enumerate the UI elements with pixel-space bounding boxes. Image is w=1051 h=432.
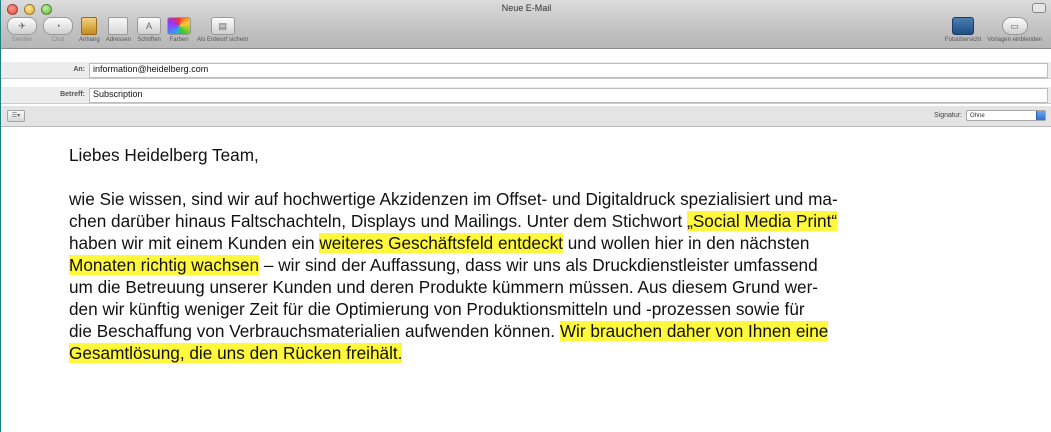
- send-button[interactable]: ✈ Senden: [7, 17, 37, 43]
- attach-label: Anhang: [79, 37, 100, 43]
- body-text: haben wir mit einem Kunden ein: [69, 233, 320, 253]
- template-icon: ▭: [1001, 17, 1028, 35]
- font-icon: A: [137, 17, 162, 35]
- templates-label: Vorlagen einblenden: [987, 37, 1042, 43]
- to-value: information@heidelberg.com: [93, 64, 209, 74]
- fonts-label: Schriften: [137, 37, 161, 43]
- color-wheel-icon: [167, 17, 192, 35]
- highlighted-text: Wir brauchen daher von Ihnen eine: [559, 321, 829, 341]
- toolbar-left: ✈ Senden ◔ Chat Anhang Adressen A Schrif…: [7, 17, 254, 43]
- templates-button[interactable]: ▭ Vorlagen einblenden: [987, 17, 1042, 43]
- highlighted-text: „Social Media Print“: [687, 211, 838, 231]
- body-text: – wir sind der Auffassung, dass wir uns …: [259, 255, 818, 275]
- chevron-down-icon: [1036, 111, 1045, 120]
- body-text: und wollen hier in den nächsten: [562, 233, 810, 253]
- body-text: chen darüber hinaus Faltschachteln, Disp…: [69, 211, 688, 231]
- colors-label: Farben: [169, 37, 189, 43]
- body-paragraph: wie Sie wissen, sind wir auf hochwertige…: [69, 188, 1019, 364]
- photo-browser-label: Fotoübersicht: [944, 37, 982, 43]
- address-button[interactable]: Adressen: [106, 17, 131, 43]
- address-label: Adressen: [105, 37, 132, 43]
- highlighted-text: Monaten richtig wachsen: [69, 255, 260, 275]
- address-book-icon: [108, 17, 129, 35]
- to-field[interactable]: [89, 63, 1048, 78]
- subject-value: Subscription: [93, 89, 143, 99]
- title-bar: Neue E-Mail ✈ Senden ◔ Chat Anhang Adres…: [1, 0, 1051, 49]
- attach-button[interactable]: Anhang: [79, 17, 100, 43]
- compose-window: Neue E-Mail ✈ Senden ◔ Chat Anhang Adres…: [0, 0, 1051, 432]
- photo-icon: [952, 17, 975, 35]
- signature-select[interactable]: Ohne: [966, 110, 1046, 121]
- options-row: ☰▾ Signatur: Ohne: [1, 106, 1051, 127]
- body-text: den wir künftig weniger Zeit für die Opt…: [69, 299, 805, 319]
- signature-label: Signatur:: [933, 112, 962, 119]
- chat-button[interactable]: ◔ Chat: [43, 17, 73, 43]
- to-label: An:: [73, 66, 85, 73]
- colors-button[interactable]: Farben: [167, 17, 192, 43]
- subject-field[interactable]: [89, 88, 1048, 103]
- send-icon: ✈: [7, 17, 37, 35]
- subject-row: Betreff: Subscription: [1, 87, 1051, 104]
- draft-icon: ▤: [210, 17, 235, 35]
- body-text: um die Betreuung unserer Kunden und dere…: [69, 277, 819, 297]
- toolbar-right: Fotoübersicht ▭ Vorlagen einblenden: [945, 17, 1048, 43]
- body-text: die Beschaffung von Verbrauchsmaterialie…: [69, 321, 560, 341]
- highlighted-text: Gesamtlösung, die uns den Rücken freihäl…: [69, 343, 403, 363]
- save-draft-label: Als Entwurf sichern: [197, 37, 249, 43]
- paperclip-icon: [81, 17, 98, 35]
- photo-browser-button[interactable]: Fotoübersicht: [945, 17, 981, 43]
- chat-icon: ◔: [43, 17, 73, 35]
- highlighted-text: weiteres Geschäftsfeld entdeckt: [319, 233, 563, 253]
- header-options-button[interactable]: ☰▾: [7, 110, 25, 122]
- send-label: Senden: [11, 37, 33, 43]
- save-draft-button[interactable]: ▤ Als Entwurf sichern: [197, 17, 248, 43]
- subject-label: Betreff:: [60, 91, 85, 98]
- chat-label: Chat: [51, 37, 65, 43]
- greeting: Liebes Heidelberg Team,: [69, 145, 259, 165]
- body-text: wie Sie wissen, sind wir auf hochwertige…: [69, 189, 838, 209]
- message-body[interactable]: Liebes Heidelberg Team, wie Sie wissen, …: [69, 144, 1019, 364]
- signature-value: Ohne: [970, 113, 985, 119]
- to-row: An: information@heidelberg.com: [1, 62, 1051, 79]
- fonts-button[interactable]: A Schriften: [137, 17, 162, 43]
- toolbar-toggle-button[interactable]: [1032, 3, 1046, 13]
- window-title: Neue E-Mail: [501, 3, 552, 13]
